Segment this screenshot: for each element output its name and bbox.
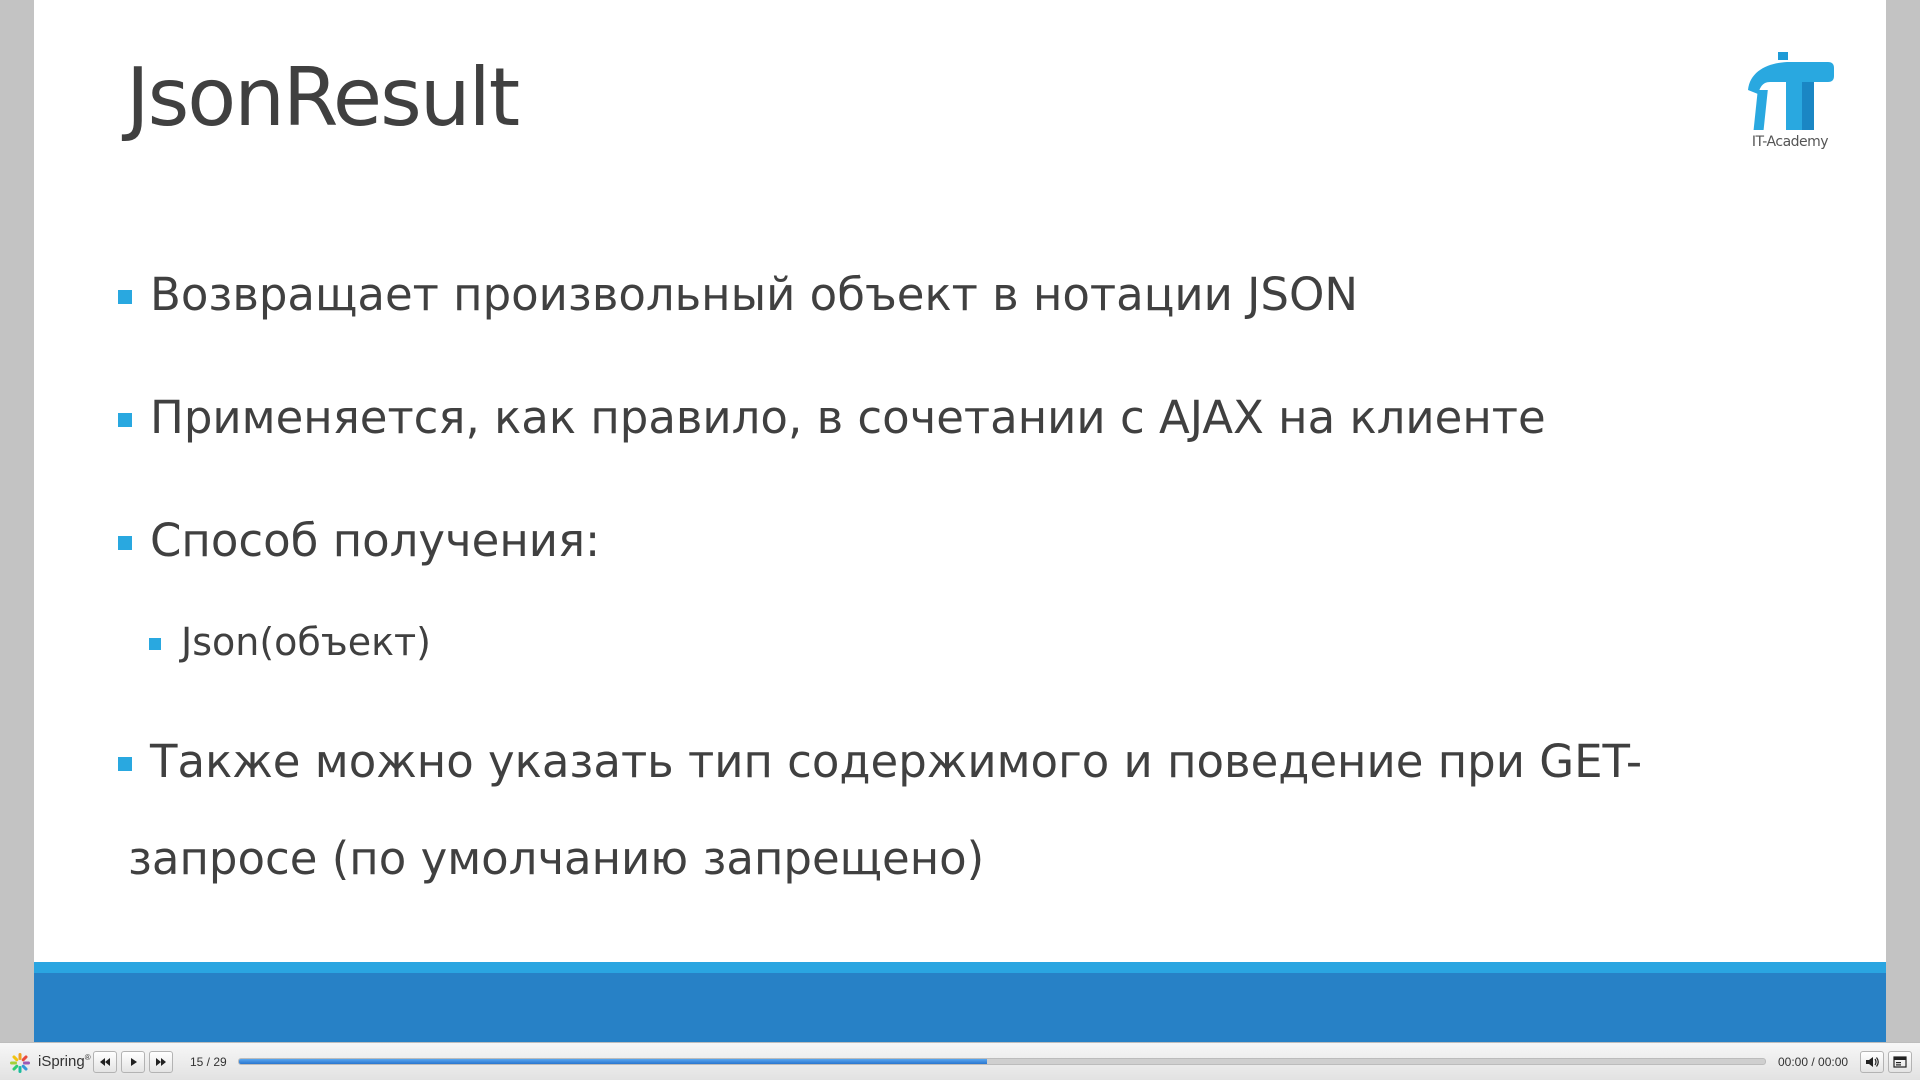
slide: JsonResult IT-Academy Возвращает произво…	[34, 0, 1886, 1042]
presentation-viewer: JsonResult IT-Academy Возвращает произво…	[0, 0, 1920, 1080]
it-academy-logo-mark-icon	[1748, 52, 1834, 130]
bullet-square	[118, 413, 132, 427]
it-academy-logo: IT-Academy	[1740, 50, 1840, 154]
slide-title: JsonResult	[126, 51, 520, 144]
ispring-flower-icon	[10, 1053, 30, 1073]
player-toolbar: iSpring® 15 / 29 00:00 / 00:00	[0, 1042, 1920, 1080]
time-display: 00:00 / 00:00	[1778, 1055, 1849, 1069]
brand-label: iSpring®	[38, 1053, 91, 1070]
previous-slide-button[interactable]	[93, 1051, 117, 1073]
ispring-brand: iSpring®	[8, 1052, 91, 1073]
play-icon	[131, 1058, 137, 1066]
progress-fill	[239, 1059, 987, 1064]
bullet-text: Способ получения:	[150, 514, 601, 567]
bullet-text: Json(объект)	[181, 620, 431, 664]
bullet-square	[118, 290, 132, 304]
bullet-square	[149, 638, 161, 650]
footer-band	[34, 973, 1886, 1042]
bullet-text: Также можно указать тип содержимого и по…	[150, 735, 1643, 788]
footer-stripe	[34, 962, 1886, 973]
fast-forward-icon	[156, 1058, 166, 1066]
bullet-text: Возвращает произвольный объект в нотации…	[150, 268, 1359, 321]
next-slide-button[interactable]	[149, 1051, 173, 1073]
rewind-icon	[100, 1058, 110, 1066]
slide-counter: 15 / 29	[190, 1055, 227, 1069]
logo-caption: IT-Academy	[1751, 134, 1829, 150]
volume-icon	[1866, 1057, 1879, 1067]
bullet-square	[118, 536, 132, 550]
bullet-square	[118, 757, 132, 771]
bullet-text: Применяется, как правило, в сочетании с …	[150, 391, 1546, 444]
outline-menu-button[interactable]	[1888, 1051, 1912, 1073]
outline-menu-icon	[1893, 1056, 1907, 1068]
volume-button[interactable]	[1860, 1051, 1884, 1073]
play-button[interactable]	[121, 1051, 145, 1073]
progress-bar[interactable]	[238, 1058, 1766, 1065]
bullet-continuation: запросе (по умолчанию запрещено)	[128, 832, 985, 885]
